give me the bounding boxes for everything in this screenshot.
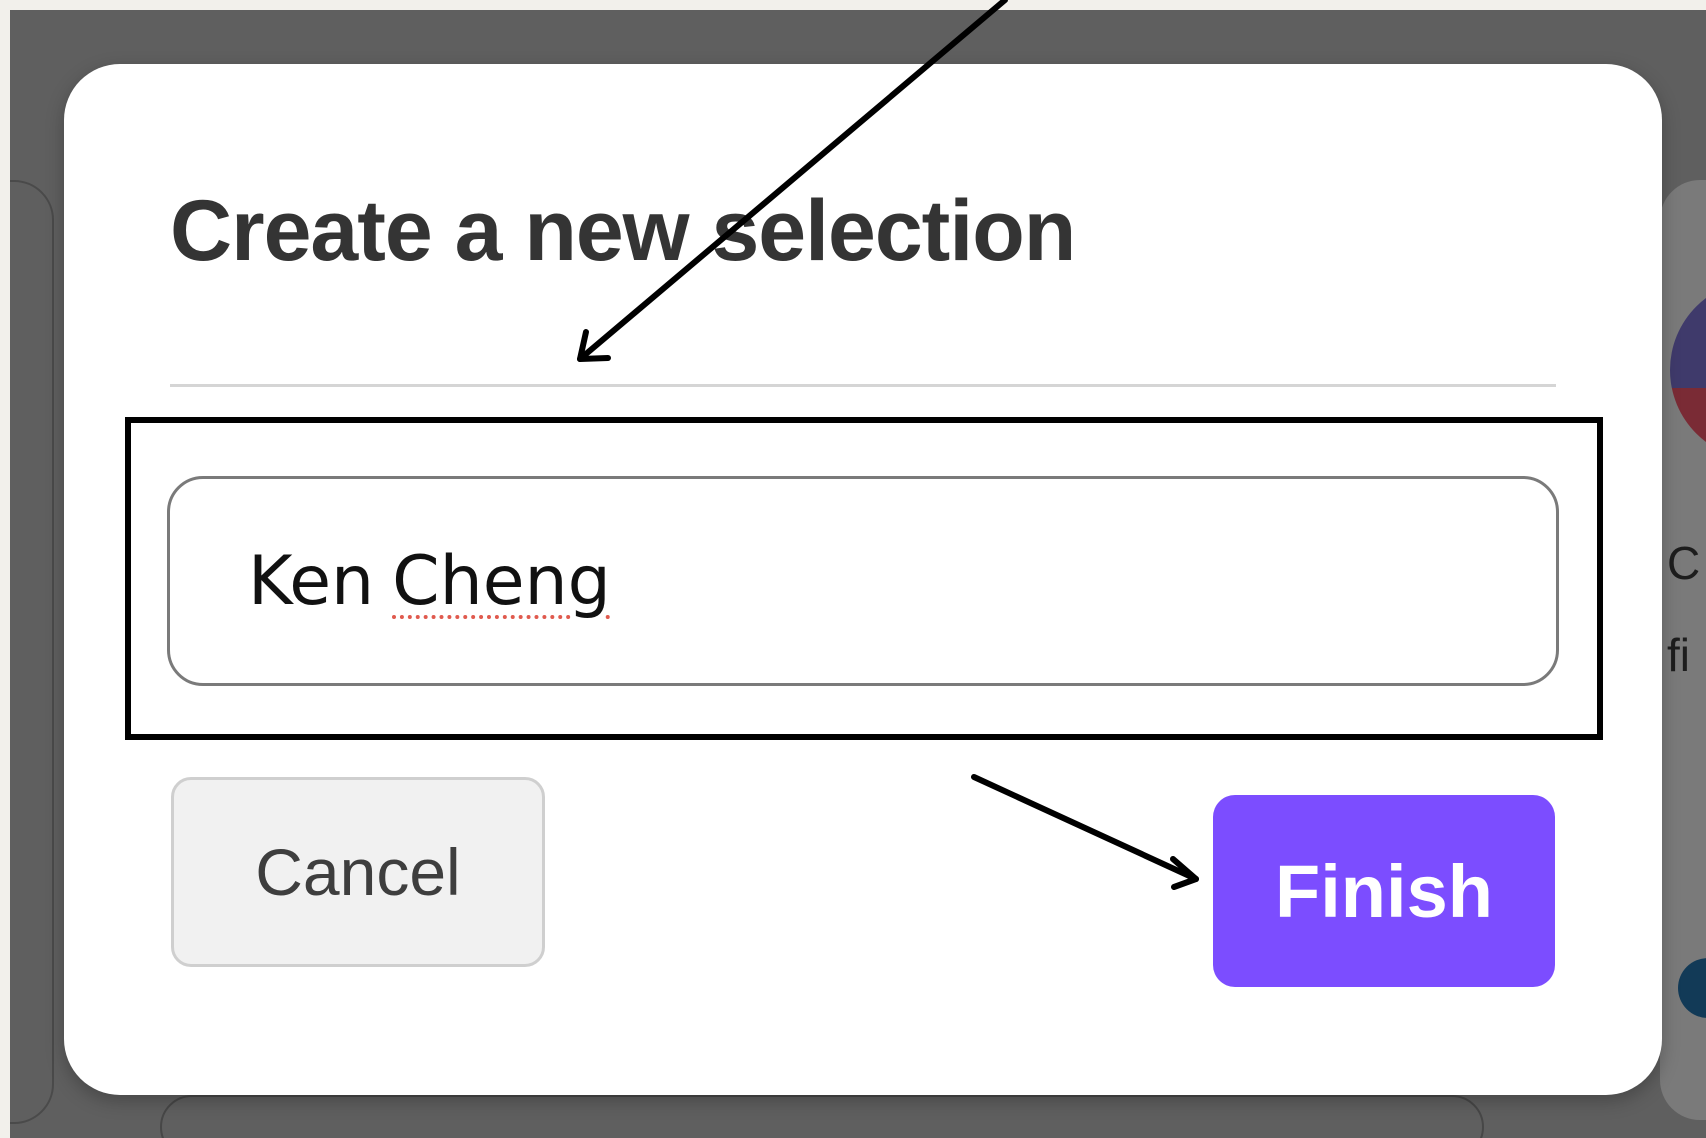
background-card-outline (160, 1095, 1484, 1138)
background-text-partial-2: fi (1667, 629, 1690, 681)
title-divider (170, 384, 1556, 387)
background-card-left (10, 180, 54, 1124)
annotation-highlight-box (125, 417, 1603, 740)
background-text-partial-1: C (1667, 537, 1701, 589)
dialog-title: Create a new selection (170, 183, 1076, 279)
finish-button[interactable]: Finish (1213, 795, 1555, 987)
cancel-button[interactable]: Cancel (171, 777, 545, 967)
